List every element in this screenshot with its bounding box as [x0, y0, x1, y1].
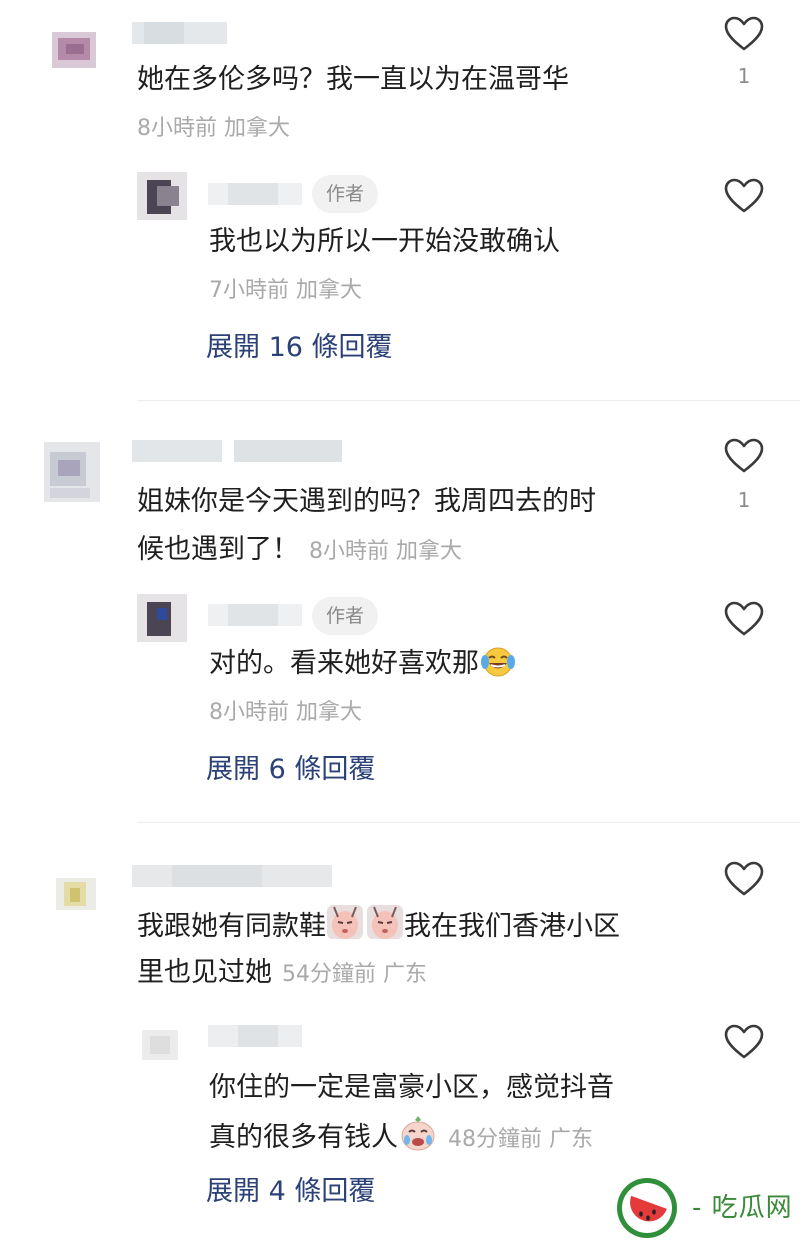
watermark: - 吃瓜网 - [608, 1172, 800, 1245]
expand-replies-link[interactable]: 展開 16 條回覆 [206, 328, 393, 368]
commenter-avatar[interactable] [56, 878, 96, 910]
commenter-name-blurred[interactable] [132, 865, 332, 887]
comment-text-line1: 姐妹你是今天遇到的吗？我周四去的时 [137, 486, 596, 517]
heart-icon [724, 16, 764, 51]
commenter-avatar[interactable] [52, 32, 96, 68]
heart-icon [724, 861, 764, 896]
reply-text-line1: 你住的一定是富豪小区，感觉抖音 [209, 1072, 614, 1103]
comment-text-line1: 我跟她有同款鞋 我在我们香港小区 [137, 903, 620, 948]
heart-icon [724, 178, 764, 213]
author-badge: 作者 [312, 597, 378, 635]
comment-meta: 8小時前 加拿大 [137, 116, 290, 141]
reply-meta: 7小時前 加拿大 [209, 278, 362, 303]
comment-text: 她在多伦多吗？我一直以为在温哥华 [137, 64, 569, 95]
replier-name-blurred[interactable] [208, 1025, 302, 1047]
divider [137, 400, 800, 401]
author-name-blurred[interactable] [208, 604, 302, 626]
heart-icon [724, 438, 764, 473]
replier-avatar[interactable] [142, 1030, 178, 1060]
commenter-name-blurred[interactable] [132, 22, 227, 44]
like-button[interactable] [724, 178, 764, 214]
expand-replies-link[interactable]: 展開 6 條回覆 [206, 750, 375, 790]
author-badge: 作者 [312, 175, 378, 213]
tears-of-joy-emoji [481, 647, 515, 677]
comment-text-part1: 我跟她有同款鞋 [137, 911, 326, 942]
like-count: 1 [737, 64, 751, 88]
divider [137, 822, 800, 823]
heart-icon [724, 1024, 764, 1059]
reply-meta: 8小時前 加拿大 [209, 700, 362, 725]
like-button[interactable] [724, 601, 764, 637]
like-button[interactable] [724, 16, 764, 52]
like-button[interactable] [724, 1024, 764, 1060]
reply-text: 我也以为所以一开始没敢确认 [209, 226, 560, 257]
like-button[interactable] [724, 438, 764, 474]
like-count: 1 [737, 488, 751, 512]
reply-text-line2-content: 真的很多有钱人 [209, 1122, 398, 1153]
like-button[interactable] [724, 861, 764, 897]
author-avatar[interactable] [137, 172, 187, 220]
comment-meta: 54分鐘前 广东 [282, 962, 427, 987]
comment-text-line2-content: 里也见过她 [137, 957, 272, 988]
expand-replies-link[interactable]: 展開 4 條回覆 [206, 1172, 375, 1212]
commenter-name-blurred[interactable] [132, 440, 342, 462]
reply-meta: 48分鐘前 广东 [448, 1127, 593, 1152]
commenter-avatar[interactable] [44, 442, 100, 502]
crying-face-sticker [401, 1116, 435, 1151]
author-name-blurred[interactable] [208, 183, 302, 205]
comment-text-line2-content: 候也遇到了！ [137, 534, 299, 565]
author-avatar[interactable] [137, 594, 187, 642]
reply-text-content: 对的。看来她好喜欢那 [209, 648, 479, 679]
heart-icon [724, 601, 764, 636]
comment-text-line2: 里也见过她 54分鐘前 广东 [137, 951, 427, 996]
shy-face-sticker [327, 905, 403, 939]
comment-text-part2: 我在我们香港小区 [404, 911, 620, 942]
watermark-text: - 吃瓜网 - [692, 1193, 800, 1223]
comment-text-line2: 候也遇到了！ 8小時前 加拿大 [137, 528, 462, 573]
watermelon-icon [617, 1178, 677, 1238]
reply-text: 对的。看来她好喜欢那 [209, 642, 517, 685]
reply-text-line2: 真的很多有钱人 48分鐘前 广东 [209, 1114, 593, 1161]
comment-meta: 8小時前 加拿大 [309, 539, 462, 564]
